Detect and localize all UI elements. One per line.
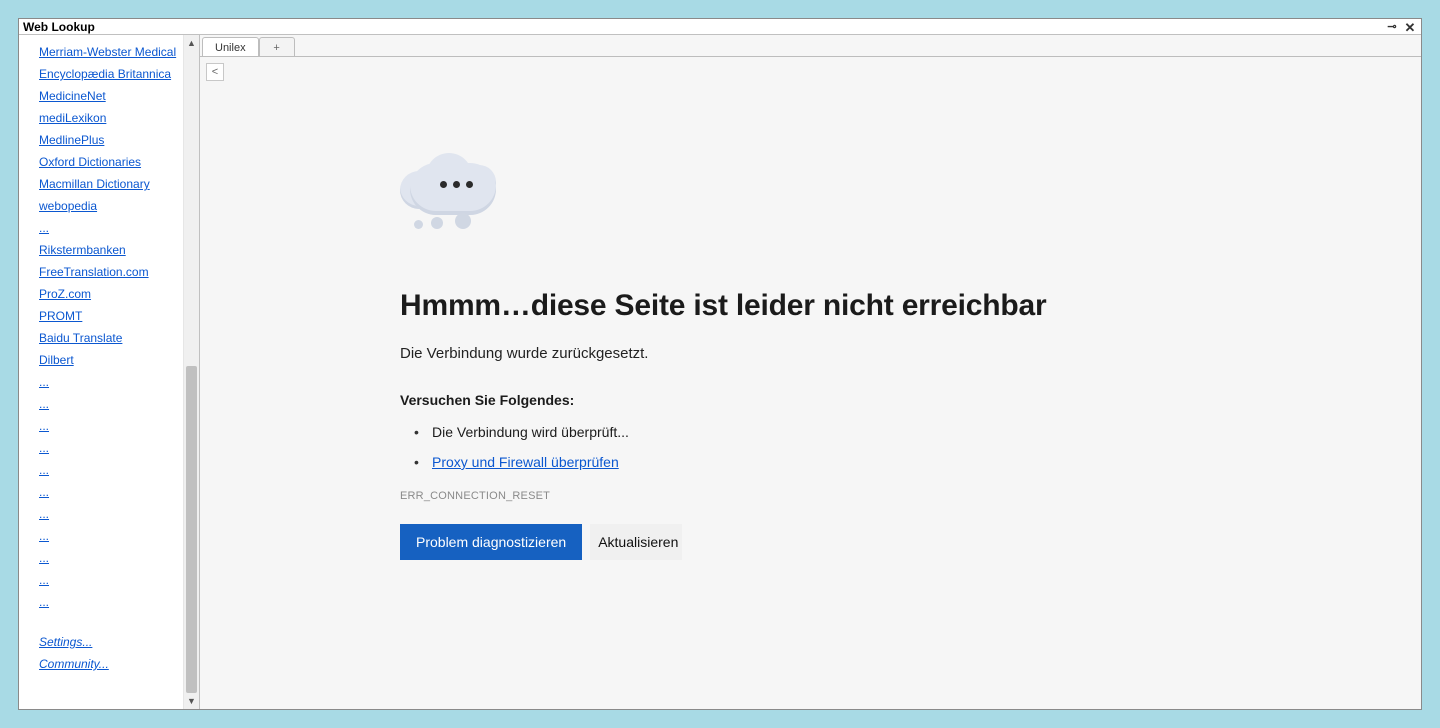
error-code: ERR_CONNECTION_RESET <box>400 490 1421 502</box>
error-button-row: Problem diagnostizieren Aktualisieren <box>400 524 1421 560</box>
sidebar-item[interactable]: webopedia <box>39 197 183 215</box>
sidebar-item[interactable]: ... <box>39 527 183 545</box>
scroll-track[interactable] <box>184 51 199 693</box>
proxy-firewall-link[interactable]: Proxy und Firewall überprüfen <box>432 454 619 470</box>
sidebar-item[interactable]: Rikstermbanken <box>39 241 183 259</box>
error-page: Hmmm…diese Seite ist leider nicht erreic… <box>200 57 1421 709</box>
scroll-down-icon[interactable]: ▼ <box>184 693 199 709</box>
sidebar-item[interactable]: Merriam-Webster Medical <box>39 43 183 61</box>
sidebar-item[interactable]: MedicineNet <box>39 87 183 105</box>
web-lookup-panel: Web Lookup ⊸ ✕ Merriam-Webster Medical E… <box>18 18 1422 710</box>
scroll-up-icon[interactable]: ▲ <box>184 35 199 51</box>
sidebar-item[interactable]: Encyclopædia Britannica <box>39 65 183 83</box>
sidebar-item[interactable]: ... <box>39 505 183 523</box>
error-try-heading: Versuchen Sie Folgendes: <box>400 392 1421 408</box>
titlebar-controls: ⊸ ✕ <box>1385 21 1417 34</box>
browser-viewport: < Hmmm…diese Seite ist leider nicht erre… <box>200 56 1421 709</box>
cloud-offline-icon <box>400 157 510 237</box>
tabbar: Unilex + <box>200 35 1421 57</box>
sidebar-item[interactable]: FreeTranslation.com <box>39 263 183 281</box>
sidebar-item[interactable]: ... <box>39 593 183 611</box>
sidebar-item[interactable]: ... <box>39 417 183 435</box>
sidebar-item[interactable]: ... <box>39 439 183 457</box>
sidebar-item[interactable]: Baidu Translate <box>39 329 183 347</box>
sidebar-item[interactable]: ... <box>39 571 183 589</box>
sidebar: Merriam-Webster Medical Encyclopædia Bri… <box>19 35 199 709</box>
error-suggestion: Die Verbindung wird überprüft... <box>414 424 1421 440</box>
error-suggestion: Proxy und Firewall überprüfen <box>414 454 1421 470</box>
error-suggestions: Die Verbindung wird überprüft... Proxy u… <box>414 424 1421 470</box>
tab-unilex[interactable]: Unilex <box>202 37 259 57</box>
sidebar-item[interactable]: mediLexikon <box>39 109 183 127</box>
sidebar-item[interactable]: ProZ.com <box>39 285 183 303</box>
sidebar-item[interactable]: ... <box>39 549 183 567</box>
sidebar-item[interactable]: ... <box>39 219 183 237</box>
tab-new[interactable]: + <box>259 37 295 57</box>
close-icon[interactable]: ✕ <box>1403 21 1417 34</box>
sidebar-item[interactable]: PROMT <box>39 307 183 325</box>
refresh-button[interactable]: Aktualisieren <box>590 524 682 560</box>
titlebar: Web Lookup ⊸ ✕ <box>19 19 1421 35</box>
panel-title: Web Lookup <box>23 20 95 34</box>
panel-body: Merriam-Webster Medical Encyclopædia Bri… <box>19 35 1421 709</box>
sidebar-scrollbar[interactable]: ▲ ▼ <box>183 35 199 709</box>
error-heading: Hmmm…diese Seite ist leider nicht erreic… <box>400 289 1421 323</box>
content-area: Unilex + < Hmmm…diese Seite ist leider n… <box>199 35 1421 709</box>
sidebar-item[interactable]: ... <box>39 483 183 501</box>
diagnose-button[interactable]: Problem diagnostizieren <box>400 524 582 560</box>
sidebar-item[interactable]: Macmillan Dictionary <box>39 175 183 193</box>
sidebar-item[interactable]: Oxford Dictionaries <box>39 153 183 171</box>
sidebar-list: Merriam-Webster Medical Encyclopædia Bri… <box>19 35 183 709</box>
sidebar-settings-link[interactable]: Settings... <box>39 633 183 651</box>
error-subtext: Die Verbindung wurde zurückgesetzt. <box>400 345 1421 362</box>
scroll-thumb[interactable] <box>186 366 197 693</box>
sidebar-item[interactable]: ... <box>39 461 183 479</box>
sidebar-item[interactable]: Dilbert <box>39 351 183 369</box>
pin-icon[interactable]: ⊸ <box>1385 22 1399 33</box>
sidebar-item[interactable]: ... <box>39 395 183 413</box>
sidebar-community-link[interactable]: Community... <box>39 655 183 673</box>
sidebar-item[interactable]: ... <box>39 373 183 391</box>
sidebar-item[interactable]: MedlinePlus <box>39 131 183 149</box>
